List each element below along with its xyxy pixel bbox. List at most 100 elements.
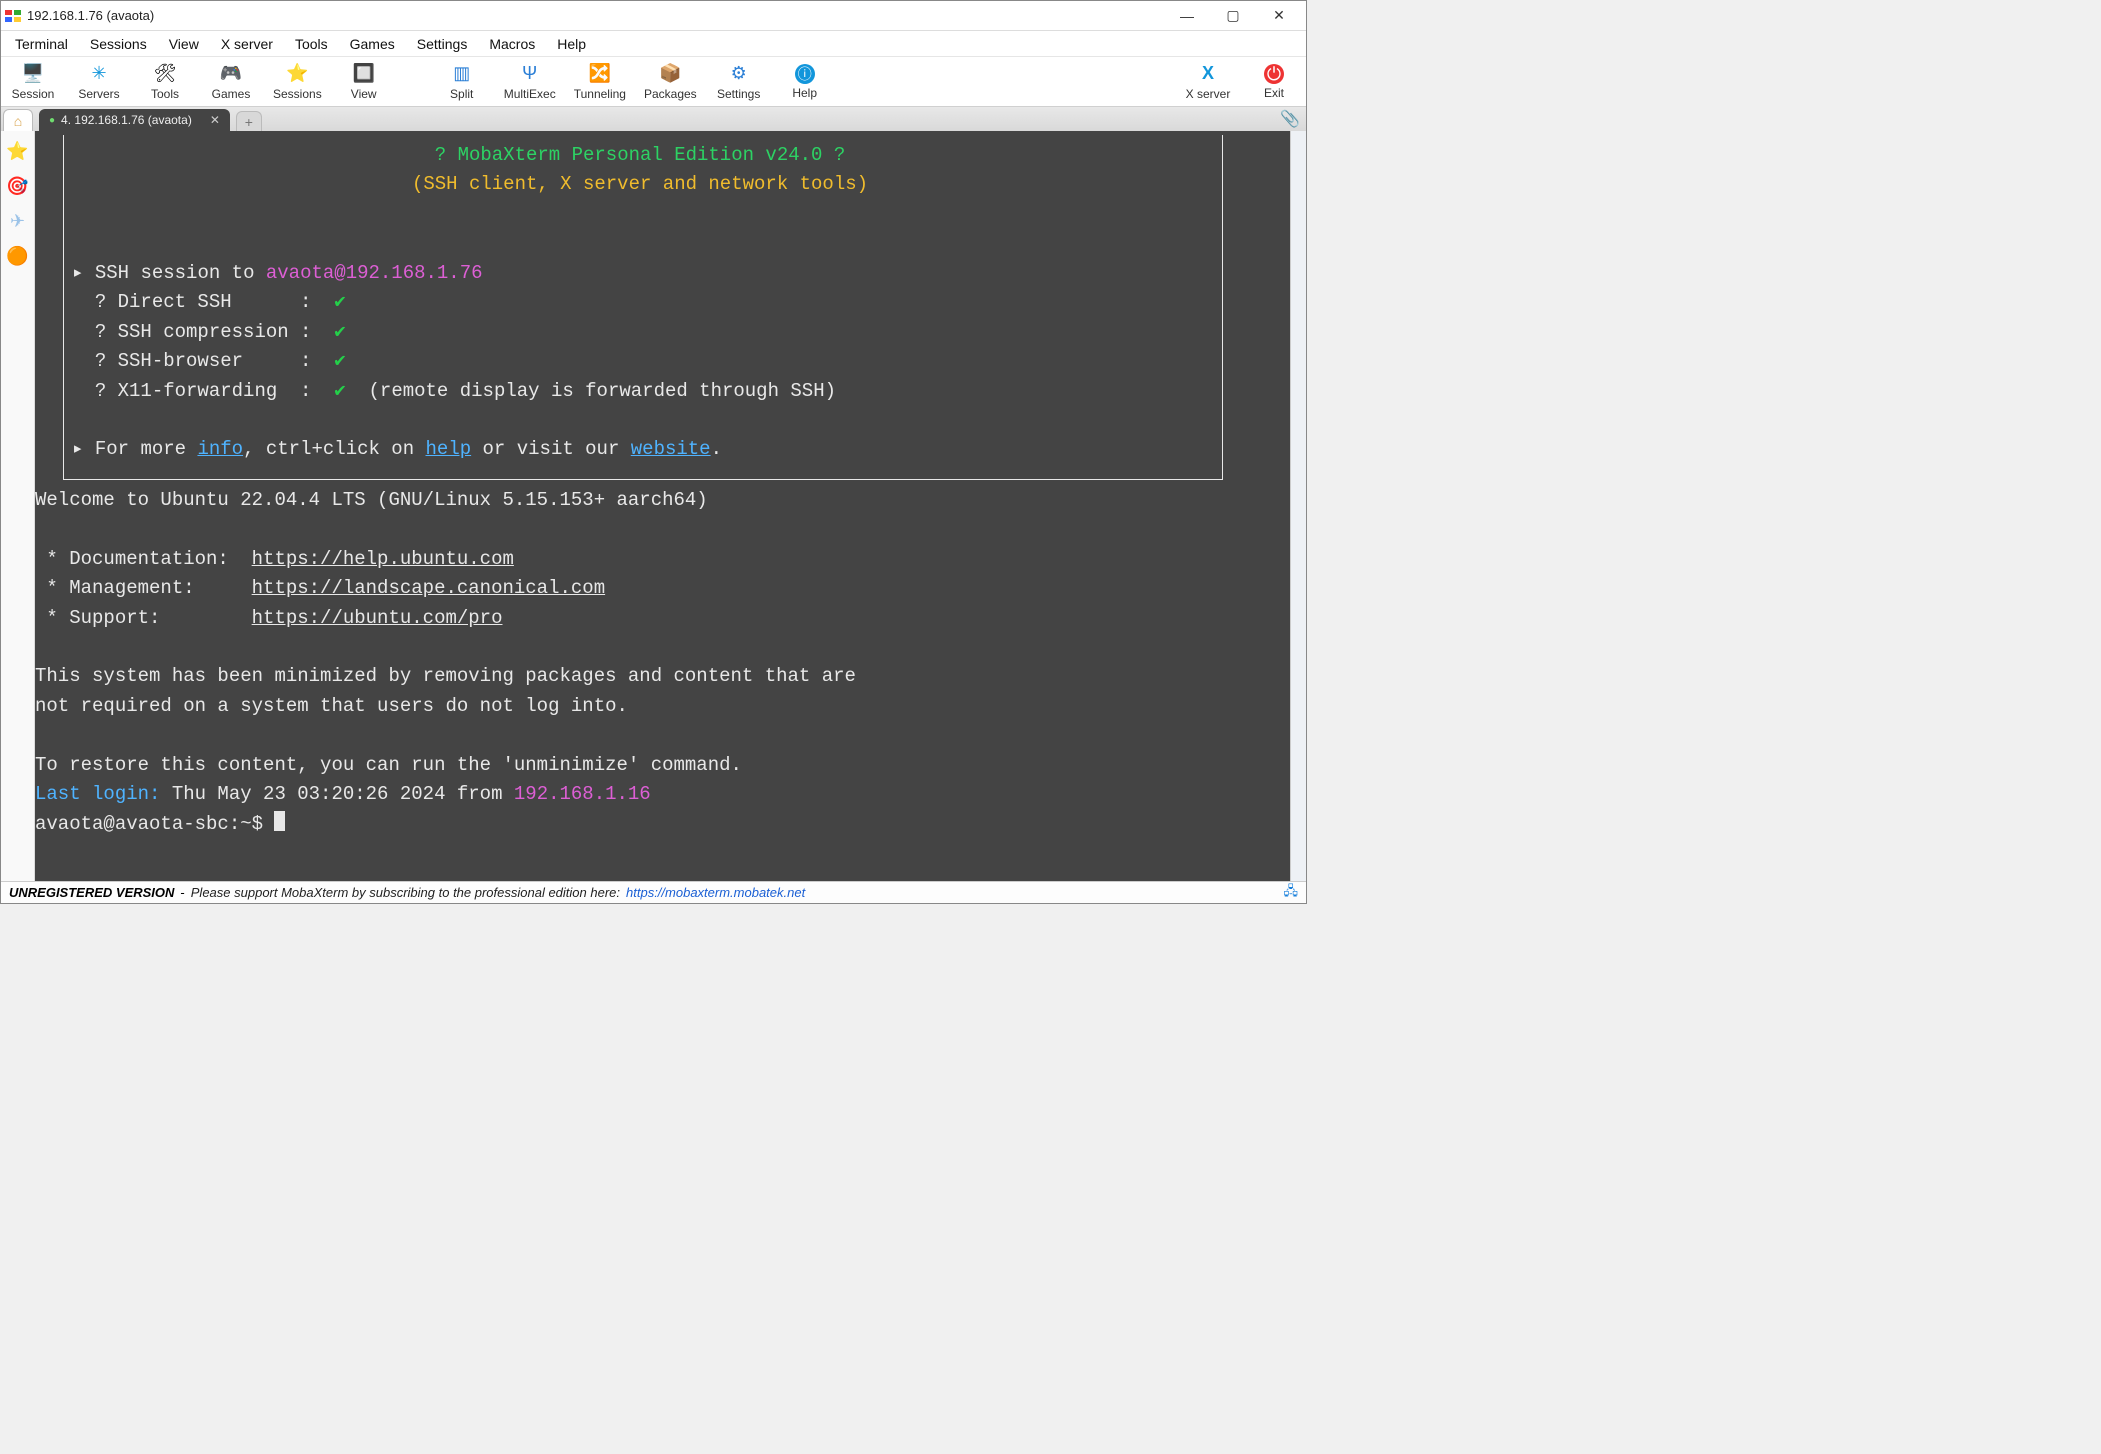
gear-icon: ⚙ xyxy=(728,63,750,85)
target-icon[interactable]: 🎯 xyxy=(6,176,28,197)
welcome-line: Welcome to Ubuntu 22.04.4 LTS (GNU/Linux… xyxy=(35,489,708,511)
menu-macros[interactable]: Macros xyxy=(479,34,545,54)
tools-icon: 🛠 xyxy=(154,63,176,85)
sup-label: * Support: xyxy=(35,607,252,629)
games-icon: 🎮 xyxy=(220,63,242,85)
maximize-button[interactable]: ▢ xyxy=(1210,1,1256,31)
minimize-line-1: This system has been minimized by removi… xyxy=(35,665,856,687)
tools-button[interactable]: 🛠 Tools xyxy=(141,63,189,101)
status-dash: - xyxy=(180,885,184,900)
doc-label: * Documentation: xyxy=(35,548,252,570)
menu-tools[interactable]: Tools xyxy=(285,34,338,54)
status-url[interactable]: https://mobaxterm.mobatek.net xyxy=(626,885,805,900)
lastlogin-rest: Thu May 23 03:20:26 2024 from xyxy=(160,783,513,805)
ssh-target: avaota@192.168.1.76 xyxy=(266,262,483,284)
check-icon: ✔ xyxy=(334,291,345,313)
xserver-icon: X xyxy=(1197,63,1219,85)
app-icon xyxy=(5,8,21,24)
menubar: Terminal Sessions View X server Tools Ga… xyxy=(1,31,1306,57)
xserver-button[interactable]: XX server xyxy=(1184,63,1232,101)
exit-icon: ⏻ xyxy=(1264,64,1284,84)
tab-close-icon[interactable]: ✕ xyxy=(210,113,220,127)
paperclip-icon[interactable]: 📎 xyxy=(1280,109,1300,129)
dot: . xyxy=(711,438,722,460)
session-icon: 🖥️ xyxy=(22,63,44,85)
close-button[interactable]: ✕ xyxy=(1256,1,1302,31)
info-link[interactable]: info xyxy=(197,438,243,460)
toolbar: 🖥️Session ✳Servers 🛠 Tools 🎮 Games ⭐Sessio… xyxy=(1,57,1306,107)
sup-url[interactable]: https://ubuntu.com/pro xyxy=(252,607,503,629)
exit-button[interactable]: ⏻ Exit xyxy=(1250,64,1298,100)
scrollbar[interactable] xyxy=(1290,131,1306,881)
menu-games[interactable]: Games xyxy=(340,34,405,54)
network-icon[interactable]: 🖧 xyxy=(1284,882,1299,904)
direct-ssh-line: ? Direct SSH : xyxy=(95,291,323,313)
split-icon: ▥ xyxy=(451,63,473,85)
lastlogin-ip: 192.168.1.16 xyxy=(514,783,651,805)
check-icon: ✔ xyxy=(334,350,345,372)
doc-url[interactable]: https://help.ubuntu.com xyxy=(252,548,514,570)
home-tab[interactable]: ⌂ xyxy=(3,109,33,131)
more-mid: , ctrl+click on xyxy=(243,438,425,460)
globe-icon[interactable]: 🟠 xyxy=(6,246,28,267)
ssh-session-line: ▸ SSH session to avaota@192.168.1.76 xyxy=(72,262,483,284)
help-button[interactable]: ⓘ Help xyxy=(781,64,829,100)
terminal[interactable]: ? MobaXterm Personal Edition v24.0 ? (SS… xyxy=(35,131,1290,881)
servers-button[interactable]: ✳Servers xyxy=(75,63,123,101)
mgmt-label: * Management: xyxy=(35,577,252,599)
x11-note: (remote display is forwarded through SSH… xyxy=(346,380,836,402)
mgmt-url[interactable]: https://landscape.canonical.com xyxy=(252,577,605,599)
settings-label: Settings xyxy=(717,87,760,101)
games-label: Games xyxy=(212,87,251,101)
banner-box: ? MobaXterm Personal Edition v24.0 ? (SS… xyxy=(63,135,1223,480)
tunneling-button[interactable]: 🔀Tunneling xyxy=(574,63,626,101)
ssh-compression-line: ? SSH compression : xyxy=(95,321,323,343)
split-button[interactable]: ▥Split xyxy=(438,63,486,101)
multiexec-label: MultiExec xyxy=(504,87,556,101)
toolbar-right: XX server ⏻ Exit xyxy=(1184,63,1298,101)
tools-label: Tools xyxy=(151,87,179,101)
x11-forwarding-line: ? X11-forwarding : xyxy=(95,380,323,402)
website-link[interactable]: website xyxy=(631,438,711,460)
exit-label: Exit xyxy=(1264,86,1284,100)
prompt: avaota@avaota-sbc:~$ xyxy=(35,813,274,835)
menu-xserver[interactable]: X server xyxy=(211,34,283,54)
window-controls: — ▢ ✕ xyxy=(1164,1,1302,31)
status-message: Please support MobaXterm by subscribing … xyxy=(191,885,620,900)
packages-icon: 📦 xyxy=(659,63,681,85)
help-link[interactable]: help xyxy=(426,438,472,460)
tunneling-icon: 🔀 xyxy=(589,63,611,85)
packages-label: Packages xyxy=(644,87,697,101)
session-tab[interactable]: ● 4. 192.168.1.76 (avaota) ✕ xyxy=(39,109,230,131)
menu-help[interactable]: Help xyxy=(547,34,596,54)
add-tab[interactable]: + xyxy=(236,111,262,131)
more-mid2: or visit our xyxy=(471,438,631,460)
help-icon: ⓘ xyxy=(795,64,815,84)
star-icon[interactable]: ⭐ xyxy=(6,141,28,162)
sessions-button[interactable]: ⭐Sessions xyxy=(273,63,322,101)
left-sidebar: ⭐ 🎯 ✈ 🟠 xyxy=(1,131,35,881)
minimize-line-2: not required on a system that users do n… xyxy=(35,695,628,717)
menu-view[interactable]: View xyxy=(159,34,209,54)
paperplane-icon[interactable]: ✈ xyxy=(10,211,25,232)
settings-button[interactable]: ⚙ Settings xyxy=(715,63,763,101)
more-prefix: ▸ For more xyxy=(72,438,197,460)
ssh-prefix: ▸ SSH session to xyxy=(72,262,266,284)
minimize-button[interactable]: — xyxy=(1164,1,1210,31)
multiexec-button[interactable]: Ψ MultiExec xyxy=(504,63,556,101)
view-button[interactable]: 🔲View xyxy=(340,63,388,101)
games-button[interactable]: 🎮 Games xyxy=(207,63,255,101)
tabstrip: ⌂ ● 4. 192.168.1.76 (avaota) ✕ + 📎 xyxy=(1,107,1306,131)
terminal-wrap: ? MobaXterm Personal Edition v24.0 ? (SS… xyxy=(35,131,1306,881)
help-label: Help xyxy=(792,86,817,100)
menu-terminal[interactable]: Terminal xyxy=(5,34,78,54)
plus-icon: + xyxy=(245,114,253,130)
menu-settings[interactable]: Settings xyxy=(407,34,478,54)
menu-sessions[interactable]: Sessions xyxy=(80,34,157,54)
session-button[interactable]: 🖥️Session xyxy=(9,63,57,101)
connection-status-icon: ● xyxy=(49,115,55,126)
banner-subtitle: (SSH client, X server and network tools) xyxy=(412,173,868,195)
check-icon: ✔ xyxy=(334,380,345,402)
multiexec-icon: Ψ xyxy=(519,63,541,85)
packages-button[interactable]: 📦 Packages xyxy=(644,63,697,101)
